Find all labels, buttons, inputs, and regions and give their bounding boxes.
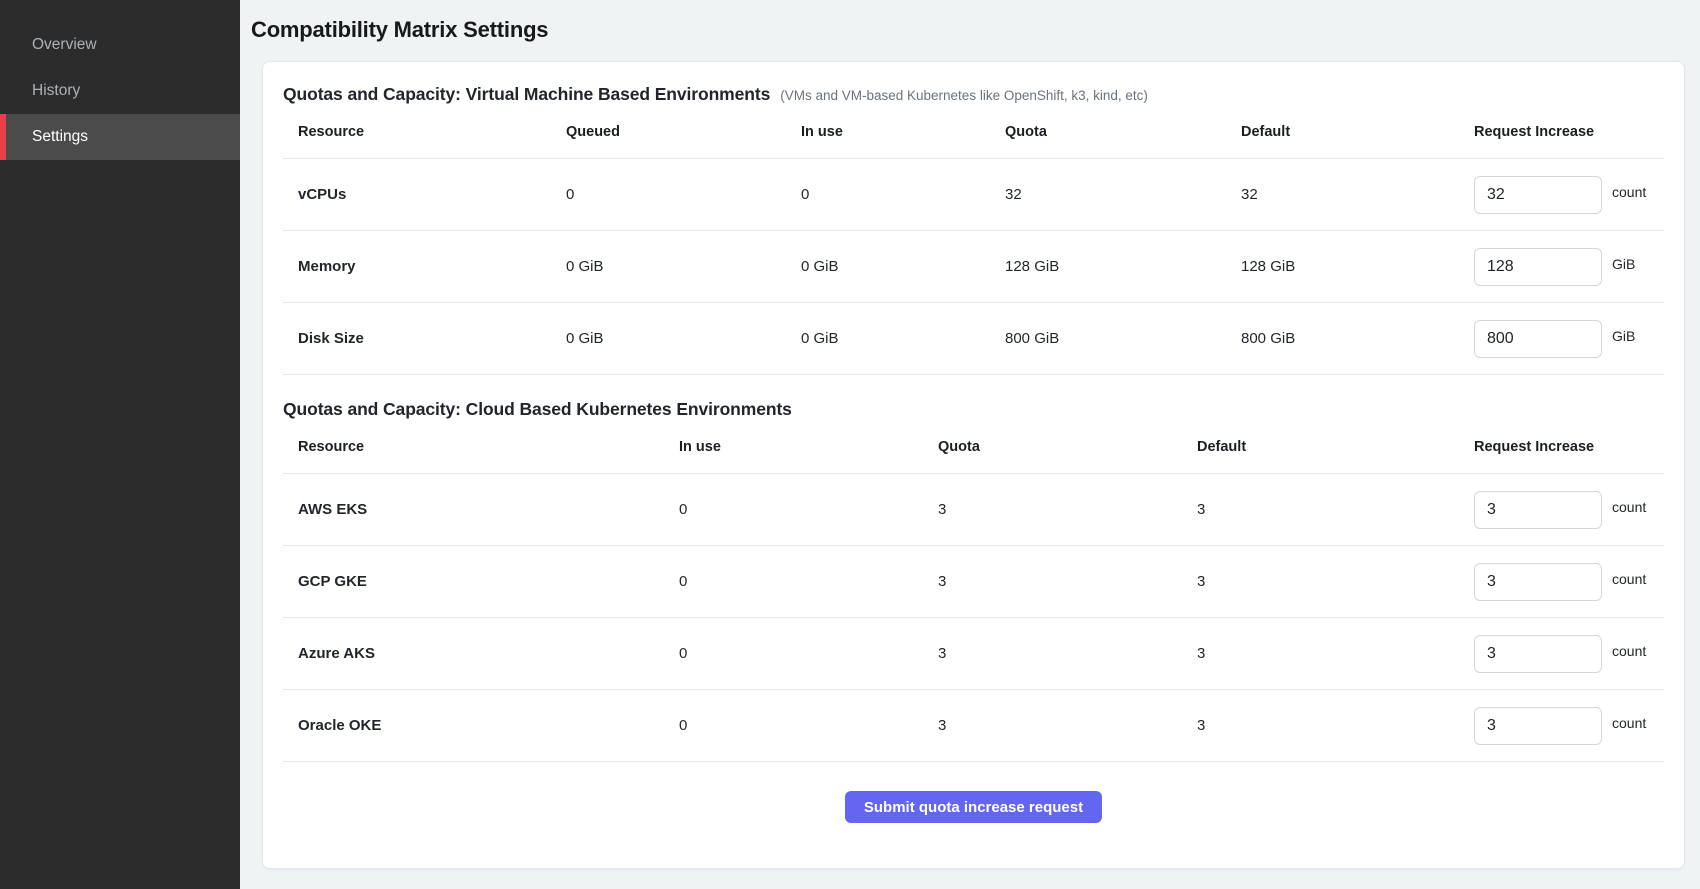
table-row-oracle-oke: Oracle OKE 0 3 3 count xyxy=(283,690,1664,762)
sidebar-item-label: Overview xyxy=(32,36,97,53)
queued-value: 0 xyxy=(551,186,786,203)
in-use-value: 0 GiB xyxy=(786,330,990,347)
quota-value: 3 xyxy=(923,501,1182,518)
request-increase-input[interactable] xyxy=(1474,635,1602,673)
request-increase-cell: GiB xyxy=(1459,320,1664,358)
request-increase-input[interactable] xyxy=(1474,563,1602,601)
in-use-value: 0 xyxy=(664,717,923,734)
col-header-default: Default xyxy=(1182,439,1459,455)
col-header-in-use: In use xyxy=(664,439,923,455)
table-row-disk-size: Disk Size 0 GiB 0 GiB 800 GiB 800 GiB Gi… xyxy=(283,303,1664,375)
sidebar-item-label: History xyxy=(32,82,80,99)
request-increase-cell: count xyxy=(1459,635,1664,673)
unit-label: count xyxy=(1612,499,1646,515)
page-title: Compatibility Matrix Settings xyxy=(251,17,1685,43)
unit-label: count xyxy=(1612,184,1646,200)
table-row-memory: Memory 0 GiB 0 GiB 128 GiB 128 GiB GiB xyxy=(283,231,1664,303)
in-use-value: 0 xyxy=(786,186,990,203)
resource-name: GCP GKE xyxy=(283,573,664,590)
sidebar: Overview History Settings xyxy=(0,0,240,889)
request-increase-cell: GiB xyxy=(1459,248,1664,286)
quota-value: 32 xyxy=(990,186,1226,203)
col-header-in-use: In use xyxy=(786,124,990,140)
submit-quota-increase-button[interactable]: Submit quota increase request xyxy=(845,791,1102,823)
sidebar-item-overview[interactable]: Overview xyxy=(0,22,240,68)
unit-label: count xyxy=(1612,643,1646,659)
submit-row: Submit quota increase request xyxy=(283,762,1664,823)
cloud-section-title: Quotas and Capacity: Cloud Based Kuberne… xyxy=(283,399,792,420)
in-use-value: 0 xyxy=(664,501,923,518)
col-header-request-increase: Request Increase xyxy=(1459,124,1664,140)
request-increase-cell: count xyxy=(1459,563,1664,601)
table-row-azure-aks: Azure AKS 0 3 3 count xyxy=(283,618,1664,690)
cloud-table-header: Resource In use Quota Default Request In… xyxy=(283,420,1664,474)
default-value: 3 xyxy=(1182,645,1459,662)
resource-name: vCPUs xyxy=(283,186,551,203)
queued-value: 0 GiB xyxy=(551,258,786,275)
quota-value: 128 GiB xyxy=(990,258,1226,275)
unit-label: count xyxy=(1612,571,1646,587)
vm-table-header: Resource Queued In use Quota Default Req… xyxy=(283,105,1664,159)
resource-name: Oracle OKE xyxy=(283,717,664,734)
col-header-quota: Quota xyxy=(990,124,1226,140)
unit-label: GiB xyxy=(1612,256,1635,272)
default-value: 128 GiB xyxy=(1226,258,1459,275)
unit-label: GiB xyxy=(1612,328,1635,344)
request-increase-input[interactable] xyxy=(1474,707,1602,745)
in-use-value: 0 xyxy=(664,645,923,662)
request-increase-cell: count xyxy=(1459,491,1664,529)
sidebar-item-history[interactable]: History xyxy=(0,68,240,114)
sidebar-item-settings[interactable]: Settings xyxy=(0,114,240,160)
col-header-quota: Quota xyxy=(923,439,1182,455)
settings-card: Quotas and Capacity: Virtual Machine Bas… xyxy=(262,61,1685,869)
sidebar-item-label: Settings xyxy=(32,128,88,145)
resource-name: AWS EKS xyxy=(283,501,664,518)
quota-value: 800 GiB xyxy=(990,330,1226,347)
main-content: Compatibility Matrix Settings Quotas and… xyxy=(240,0,1700,889)
request-increase-cell: count xyxy=(1459,176,1664,214)
request-increase-input[interactable] xyxy=(1474,491,1602,529)
in-use-value: 0 GiB xyxy=(786,258,990,275)
unit-label: count xyxy=(1612,715,1646,731)
table-row-vcpus: vCPUs 0 0 32 32 count xyxy=(283,159,1664,231)
quota-value: 3 xyxy=(923,645,1182,662)
queued-value: 0 GiB xyxy=(551,330,786,347)
vm-section-header: Quotas and Capacity: Virtual Machine Bas… xyxy=(283,84,1664,105)
request-increase-input[interactable] xyxy=(1474,176,1602,214)
in-use-value: 0 xyxy=(664,573,923,590)
vm-section-subtitle: (VMs and VM-based Kubernetes like OpenSh… xyxy=(780,88,1148,103)
resource-name: Memory xyxy=(283,258,551,275)
resource-name: Azure AKS xyxy=(283,645,664,662)
col-header-resource: Resource xyxy=(283,124,551,140)
col-header-resource: Resource xyxy=(283,439,664,455)
col-header-queued: Queued xyxy=(551,124,786,140)
quota-value: 3 xyxy=(923,573,1182,590)
default-value: 3 xyxy=(1182,573,1459,590)
col-header-default: Default xyxy=(1226,124,1459,140)
vm-section-title: Quotas and Capacity: Virtual Machine Bas… xyxy=(283,84,770,105)
default-value: 800 GiB xyxy=(1226,330,1459,347)
default-value: 3 xyxy=(1182,501,1459,518)
resource-name: Disk Size xyxy=(283,330,551,347)
request-increase-input[interactable] xyxy=(1474,320,1602,358)
default-value: 3 xyxy=(1182,717,1459,734)
table-row-gcp-gke: GCP GKE 0 3 3 count xyxy=(283,546,1664,618)
default-value: 32 xyxy=(1226,186,1459,203)
quota-value: 3 xyxy=(923,717,1182,734)
table-row-aws-eks: AWS EKS 0 3 3 count xyxy=(283,474,1664,546)
request-increase-cell: count xyxy=(1459,707,1664,745)
request-increase-input[interactable] xyxy=(1474,248,1602,286)
col-header-request-increase: Request Increase xyxy=(1459,439,1664,455)
cloud-section-header: Quotas and Capacity: Cloud Based Kuberne… xyxy=(283,399,1664,420)
